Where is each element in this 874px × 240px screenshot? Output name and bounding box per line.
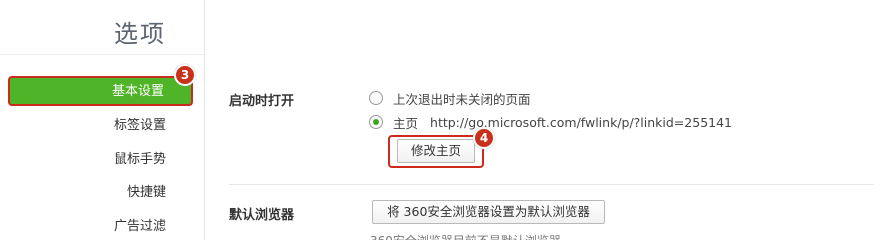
sidebar-item-tab-settings[interactable]: 标签设置	[0, 110, 190, 142]
radio-checked-icon[interactable]	[369, 115, 383, 129]
startup-option-homepage[interactable]: 主页 http://go.microsoft.com/fwlink/p/?lin…	[369, 113, 732, 131]
radio-unchecked-icon[interactable]	[369, 91, 383, 105]
default-browser-status: 360安全浏览器目前不是默认浏览器	[370, 232, 561, 240]
startup-option-homepage-label: 主页	[393, 115, 419, 131]
section-divider	[229, 184, 874, 185]
sidebar-item-ad-filter[interactable]: 广告过滤	[0, 211, 190, 240]
step-badge-4: 4	[473, 127, 495, 149]
sidebar-item-shortcuts[interactable]: 快捷键	[0, 177, 190, 209]
set-default-browser-button[interactable]: 将 360安全浏览器设置为默认浏览器	[372, 200, 605, 224]
settings-content: 启动时打开 上次退出时未关闭的页面 主页 http://go.microsoft…	[206, 0, 874, 240]
startup-option-last-session-label: 上次退出时未关闭的页面	[393, 91, 531, 107]
sidebar-item-basic-settings[interactable]: 基本设置	[8, 76, 193, 106]
sidebar: 选项 基本设置 标签设置 鼠标手势 快捷键 广告过滤	[0, 0, 205, 240]
sidebar-item-mouse-gestures[interactable]: 鼠标手势	[0, 144, 190, 176]
page-title: 选项	[114, 20, 166, 48]
homepage-url: http://go.microsoft.com/fwlink/p/?linkid…	[430, 114, 733, 130]
edit-home-button[interactable]: 修改主页	[397, 139, 475, 163]
default-browser-section-label: 默认浏览器	[229, 208, 295, 223]
step-badge-3: 3	[174, 64, 196, 86]
startup-section-label: 启动时打开	[229, 94, 295, 109]
sidebar-divider	[0, 54, 205, 55]
startup-option-last-session[interactable]: 上次退出时未关闭的页面	[369, 89, 531, 107]
